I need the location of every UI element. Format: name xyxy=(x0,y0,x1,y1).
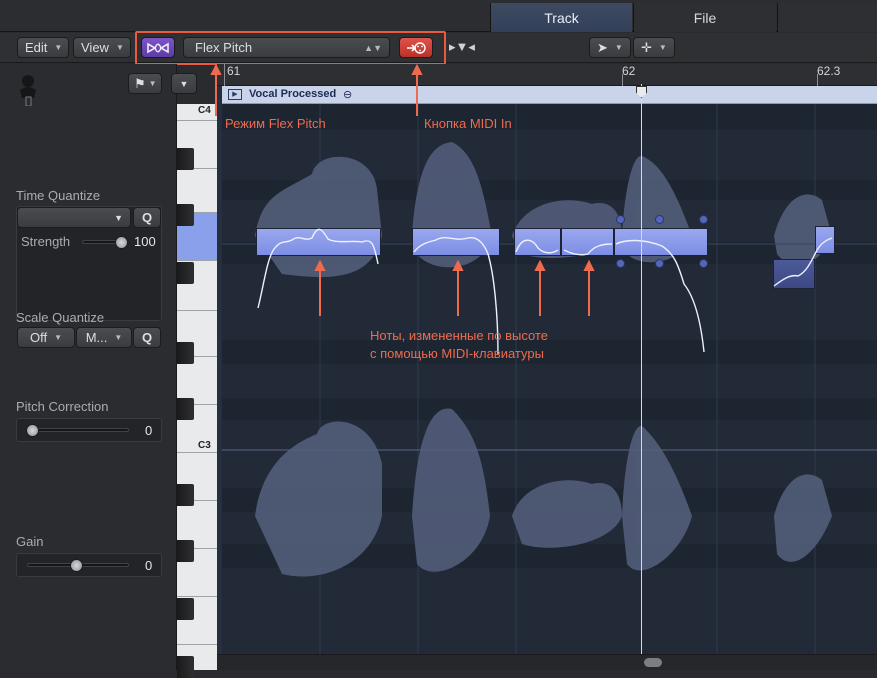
horizontal-scrollbar[interactable] xyxy=(217,654,877,670)
scrollbar-thumb[interactable] xyxy=(644,658,662,667)
annotation-notes-line2: с помощью MIDI-клавиатуры xyxy=(370,346,544,361)
annotation-midi-in-button: Кнопка MIDI In xyxy=(424,116,512,131)
pitch-lanes[interactable]: Режим Flex Pitch Кнопка MIDI In Ноты, из… xyxy=(210,63,877,654)
annotation-notes-line1: Ноты, измененные по высоте xyxy=(370,328,548,343)
annotation-flex-pitch-mode: Режим Flex Pitch xyxy=(225,116,326,131)
